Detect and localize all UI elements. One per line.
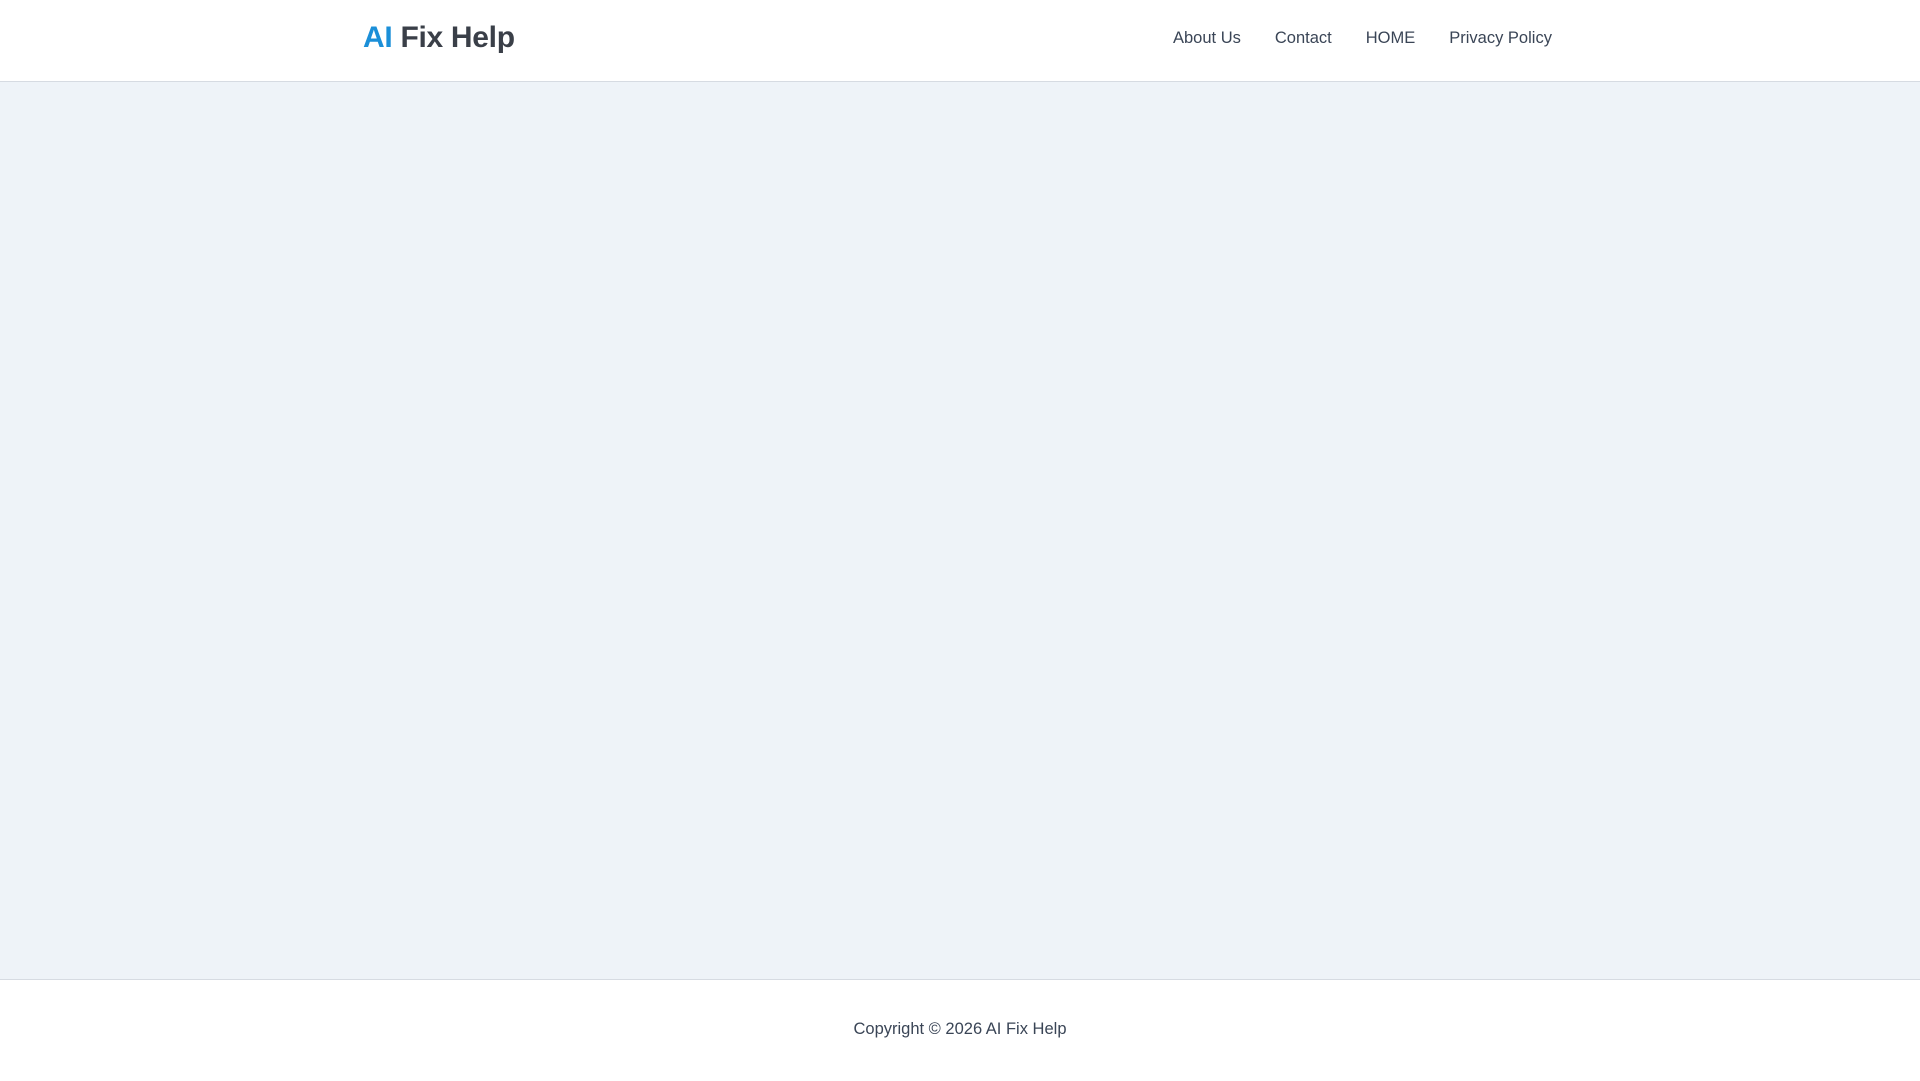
logo-ai: AI [363, 21, 393, 54]
copyright-text: Copyright © 2026 AI Fix Help [853, 1020, 1067, 1038]
nav-about-us[interactable]: About Us [1173, 29, 1241, 48]
main-nav: About Us Contact HOME Privacy Policy [1173, 29, 1552, 48]
site-footer: Copyright © 2026 AI Fix Help [0, 979, 1920, 1081]
main-content [0, 82, 1920, 979]
nav-privacy-policy[interactable]: Privacy Policy [1449, 29, 1552, 48]
logo-text: Fix Help [400, 21, 515, 54]
site-logo[interactable]: AI Fix Help [363, 21, 515, 55]
nav-contact[interactable]: Contact [1275, 29, 1332, 48]
nav-home[interactable]: HOME [1366, 29, 1416, 48]
site-header: AI Fix Help About Us Contact HOME Privac… [0, 0, 1920, 82]
